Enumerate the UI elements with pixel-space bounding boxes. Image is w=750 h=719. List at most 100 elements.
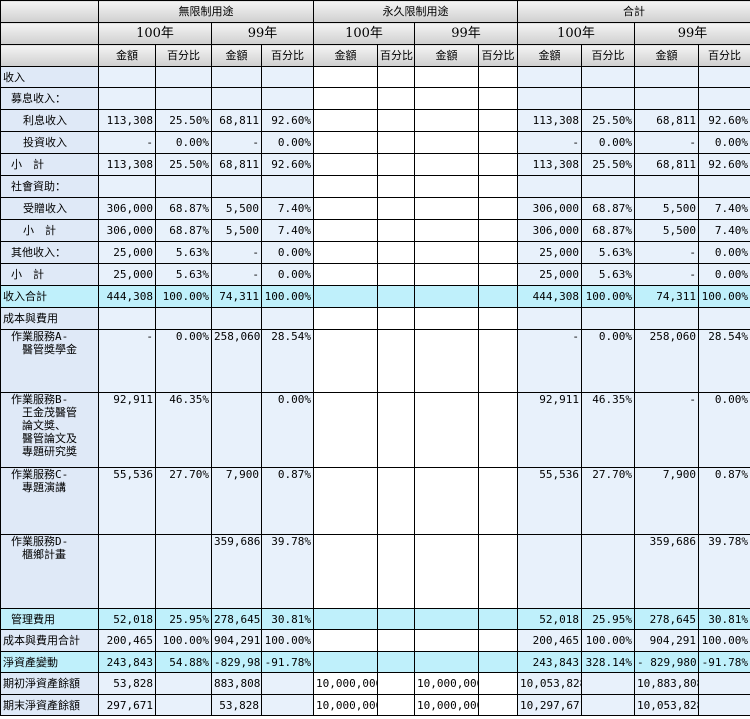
percent-cell [377, 87, 415, 110]
percent-cell: -91.78% [261, 651, 314, 673]
percent-cell [478, 241, 518, 264]
percent-cell: 5.63% [155, 263, 212, 286]
percent-cell [478, 629, 518, 652]
amount-cell [98, 175, 156, 198]
percent-cell [581, 307, 635, 330]
amount-cell: 258,060 [211, 329, 262, 393]
percent-cell: 0.87% [261, 467, 314, 535]
percent-cell [377, 608, 415, 630]
percent-cell [377, 534, 415, 609]
amount-cell [414, 109, 479, 132]
percent-cell [155, 175, 212, 198]
amount-cell: 359,686 [634, 534, 699, 609]
percent-cell [478, 109, 518, 132]
amount-cell [414, 263, 479, 286]
percent-cell [377, 467, 415, 535]
percent-cell: 54.88% [155, 651, 212, 673]
amount-cell: - 829,980 [634, 651, 699, 673]
percent-cell: 0.00% [698, 241, 750, 264]
amount-cell [313, 392, 378, 468]
percent-cell [377, 329, 415, 393]
amount-cell: - [211, 131, 262, 154]
percent-cell: 92.60% [261, 153, 314, 176]
percent-cell [377, 241, 415, 264]
percent-cell [581, 672, 635, 695]
amount-cell [313, 197, 378, 220]
percent-cell [377, 109, 415, 132]
percent-cell: 27.70% [581, 467, 635, 535]
total-row: 淨資產變動243,84354.88%-829,980-91.78%243,843… [0, 651, 750, 673]
amount-cell: - [634, 263, 699, 286]
percent-cell [377, 285, 415, 308]
percent-cell: 30.81% [261, 608, 314, 630]
percent-cell [155, 66, 212, 88]
table-row: 小 計 25,000 5.63% -0.00% 25,000 5.63% -0.00% [0, 263, 750, 286]
percent-cell [261, 175, 314, 198]
amount-cell: 297,671 [98, 694, 156, 716]
percent-cell [478, 153, 518, 176]
percent-cell [478, 329, 518, 393]
percent-cell: 28.54% [698, 329, 750, 393]
amount-column-header: 金額 [414, 44, 479, 67]
row-label: 小 計 [0, 263, 99, 286]
percent-cell [478, 467, 518, 535]
percent-cell [581, 534, 635, 609]
percent-cell [478, 219, 518, 242]
amount-cell [98, 87, 156, 110]
amount-cell [313, 651, 378, 673]
year-header: 99年 [634, 22, 750, 45]
row-label: 收入 [0, 66, 99, 88]
amount-cell: 53,828 [211, 694, 262, 716]
amount-cell: 904,291 [211, 629, 262, 652]
percent-column-header: 百分比 [581, 44, 635, 67]
corner-cell [0, 22, 99, 45]
percent-cell: 100.00% [261, 629, 314, 652]
amount-cell: 55,536 [517, 467, 582, 535]
amount-cell: 904,291 [634, 629, 699, 652]
amount-cell: - [517, 131, 582, 154]
financial-statement-sheet: 無限制用途 永久限制用途 合計 100年 99年 100年 99年 100年 9… [0, 0, 750, 719]
amount-cell [98, 534, 156, 609]
amount-cell [313, 109, 378, 132]
amount-cell: 68,811 [211, 109, 262, 132]
percent-cell: 7.40% [698, 219, 750, 242]
table-row: 小 計 113,308 25.50% 68,811 92.60% 113,308 25.50… [0, 153, 750, 176]
table-row: 成本與費用合計 200,465 100.00% 904,291 100.00% 200,4… [0, 629, 750, 652]
percent-cell [478, 672, 518, 695]
amount-cell: 92,911 [98, 392, 156, 468]
year-header: 100年 [517, 22, 635, 45]
amount-cell: 113,308 [517, 153, 582, 176]
percent-cell: 68.87% [155, 197, 212, 220]
amount-cell [517, 175, 582, 198]
row-label: 投資收入 [0, 131, 99, 154]
percent-cell [261, 694, 314, 716]
year-header: 100年 [98, 22, 212, 45]
amount-cell: - [634, 392, 699, 468]
percent-cell: 25.50% [581, 153, 635, 176]
percent-cell [698, 307, 750, 330]
percent-cell: 328.14% [581, 651, 635, 673]
percent-cell: 25.50% [155, 109, 212, 132]
row-label: 成本與費用 [0, 307, 99, 330]
total-row: 管理費用 52,018 25.95% 278,645 30.81% 52,018 25.95… [0, 608, 750, 630]
percent-cell [155, 307, 212, 330]
amount-cell [517, 87, 582, 110]
percent-cell [581, 87, 635, 110]
amount-cell [414, 392, 479, 468]
year-header: 99年 [414, 22, 518, 45]
amount-cell [517, 66, 582, 88]
table-row: 利息收入 113,308 25.50% 68,811 92.60% 113,308 25.5… [0, 109, 750, 132]
percent-cell: 68.87% [581, 197, 635, 220]
amount-cell [313, 307, 378, 330]
amount-cell: 258,060 [634, 329, 699, 393]
amount-cell: - [634, 131, 699, 154]
percent-cell [478, 608, 518, 630]
percent-cell [377, 651, 415, 673]
amount-cell [414, 534, 479, 609]
amount-cell: 306,000 [517, 219, 582, 242]
year-header-row: 100年 99年 100年 99年 100年 99年 [0, 22, 750, 45]
row-label: 小 計 [0, 153, 99, 176]
percent-cell [478, 307, 518, 330]
amount-cell [634, 87, 699, 110]
row-label: 小 計 [0, 219, 99, 242]
